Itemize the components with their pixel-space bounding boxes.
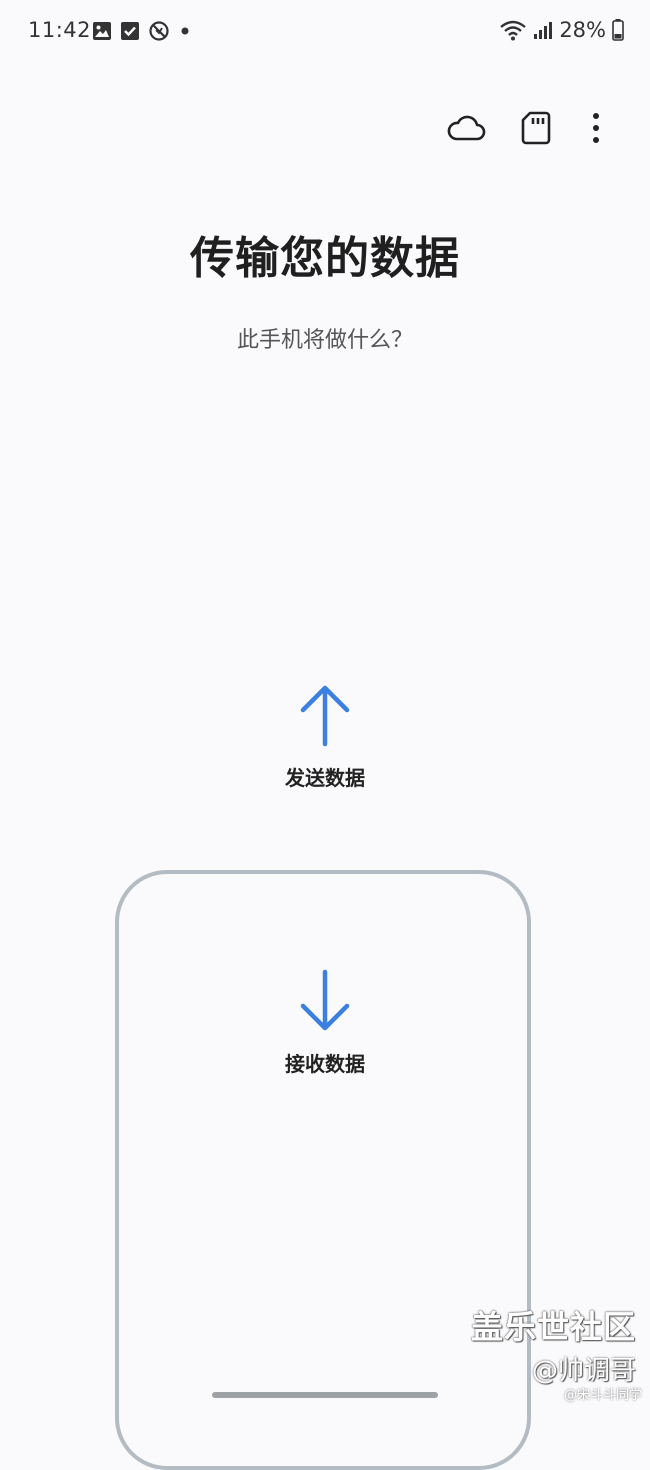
arrow-down-icon: [300, 969, 350, 1031]
send-data-option[interactable]: 发送数据: [225, 682, 425, 791]
receive-data-option[interactable]: 接收数据: [225, 968, 425, 1077]
watermark-source: @宋斗斗同学: [563, 1388, 642, 1403]
arrow-up-icon: [300, 685, 350, 747]
cloud-button[interactable]: [444, 108, 488, 148]
phone-outline: [115, 870, 531, 1470]
watermark-author: @帅调哥: [531, 1356, 636, 1386]
more-options-icon: [593, 113, 599, 143]
more-options-button[interactable]: [574, 108, 618, 148]
status-time: 11:42: [28, 18, 92, 42]
receive-data-label: 接收数据: [285, 1052, 365, 1076]
block-icon: [149, 21, 169, 41]
cloud-icon: [447, 115, 486, 141]
page-title: 传输您的数据: [190, 233, 460, 284]
page-subtitle: 此手机将做什么？: [236, 328, 413, 353]
wifi-icon: [500, 20, 527, 41]
battery-percentage: 28%: [559, 18, 606, 42]
gallery-icon: [93, 22, 111, 40]
dot-icon: [181, 27, 189, 35]
status-notification-icons: [92, 20, 192, 42]
sd-card-button[interactable]: [514, 108, 558, 148]
checkbox-icon: [121, 22, 139, 40]
signal-icon: [534, 22, 553, 39]
status-system-icons: 28%: [499, 18, 624, 42]
battery-icon: [612, 19, 624, 41]
send-data-label: 发送数据: [285, 766, 365, 790]
watermark-community: 盖乐世社区: [470, 1308, 636, 1346]
navigation-handle[interactable]: [212, 1392, 438, 1398]
sd-card-icon: [521, 111, 551, 145]
